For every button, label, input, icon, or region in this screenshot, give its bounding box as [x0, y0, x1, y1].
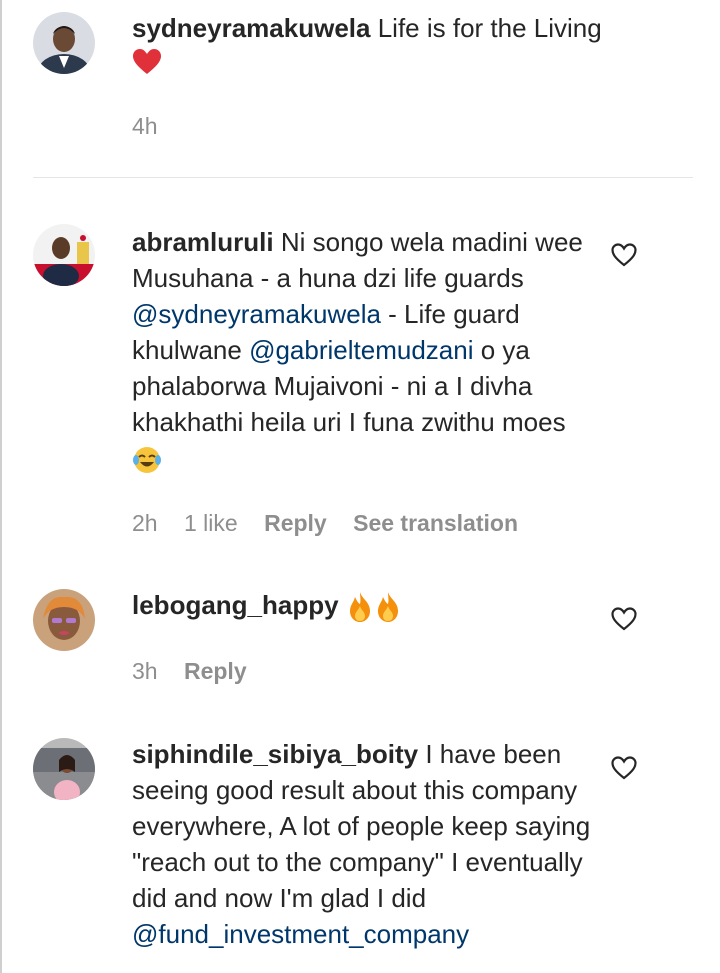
comment-text: Life is for the Living: [377, 13, 602, 43]
comment-body: lebogang_happy: [132, 587, 602, 623]
comment-time: 2h: [132, 510, 158, 536]
comment-body: siphindile_sibiya_boity I have been seei…: [132, 736, 602, 952]
comment-meta: 3h Reply: [132, 658, 267, 685]
like-heart-icon[interactable]: [611, 756, 637, 780]
comment-body: sydneyramakuwela Life is for the Living: [132, 10, 602, 76]
face-with-tears-of-joy-emoji-icon: [133, 447, 161, 474]
comment-time: 4h: [132, 113, 158, 139]
reply-button[interactable]: Reply: [184, 658, 247, 684]
left-edge-border: [0, 0, 2, 973]
reply-button[interactable]: Reply: [264, 510, 327, 536]
fire-emoji-icon: [377, 592, 398, 623]
like-heart-icon[interactable]: [611, 607, 637, 631]
avatar[interactable]: [33, 224, 95, 286]
comment-username[interactable]: abramluruli: [132, 227, 274, 257]
see-translation-button[interactable]: See translation: [353, 510, 518, 536]
mention-link[interactable]: @fund_investment_company: [132, 919, 469, 949]
red-heart-emoji-icon: [133, 49, 161, 74]
comment-time: 3h: [132, 658, 158, 684]
mention-link[interactable]: @gabrieltemudzani: [249, 335, 473, 365]
comment-meta: 2h 1 like Reply See translation: [132, 510, 538, 537]
mention-link[interactable]: @sydneyramakuwela: [132, 299, 381, 329]
avatar[interactable]: [33, 589, 95, 651]
comment-body: abramluruli Ni songo wela madini wee Mus…: [132, 224, 602, 476]
comment-username[interactable]: sydneyramakuwela: [132, 13, 370, 43]
comment-username[interactable]: siphindile_sibiya_boity: [132, 739, 418, 769]
like-count[interactable]: 1 like: [184, 510, 238, 536]
divider: [33, 177, 693, 178]
like-heart-icon[interactable]: [611, 243, 637, 267]
comment-username[interactable]: lebogang_happy: [132, 590, 339, 620]
avatar[interactable]: [33, 12, 95, 74]
comment-meta: 4h: [132, 113, 178, 140]
fire-emoji-icon: [349, 592, 370, 623]
avatar[interactable]: [33, 738, 95, 800]
